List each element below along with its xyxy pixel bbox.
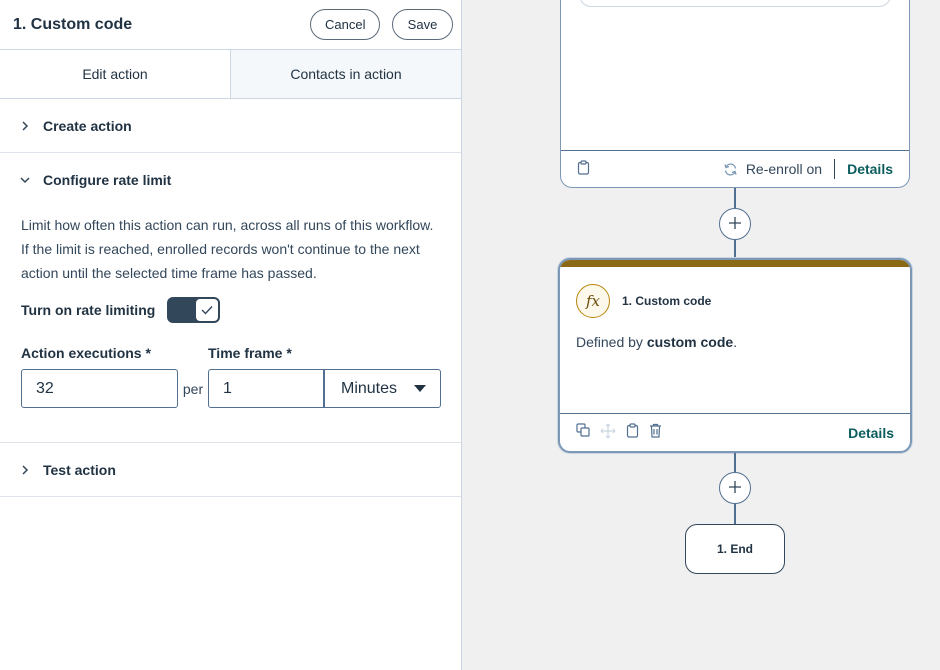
card-footer: Details bbox=[560, 413, 910, 451]
desc-bold: custom code bbox=[646, 334, 734, 350]
save-button[interactable]: Save bbox=[392, 9, 453, 40]
refresh-icon bbox=[723, 162, 738, 177]
section-configure-rate-limit[interactable]: Configure rate limit bbox=[0, 153, 461, 207]
card-accent-stripe bbox=[560, 260, 910, 267]
workflow-canvas: Re-enroll on Details fx 1. Custom code D… bbox=[462, 0, 940, 670]
section-label: Configure rate limit bbox=[43, 172, 172, 188]
check-icon bbox=[195, 298, 220, 322]
connector-line bbox=[734, 453, 736, 472]
section-label: Test action bbox=[43, 461, 116, 478]
function-icon: fx bbox=[576, 284, 610, 318]
divider bbox=[834, 159, 836, 179]
card-footer: Re-enroll on Details bbox=[561, 150, 909, 187]
per-label: per bbox=[182, 380, 204, 397]
details-link[interactable]: Details bbox=[847, 161, 893, 177]
end-node[interactable]: 1. End bbox=[685, 524, 785, 574]
rate-limit-description: Limit how often this action can run, acr… bbox=[21, 217, 434, 281]
panel-tabs: Edit action Contacts in action bbox=[0, 50, 461, 99]
plus-icon bbox=[728, 213, 742, 236]
time-unit-select[interactable]: Minutes bbox=[324, 369, 441, 408]
add-step-button[interactable] bbox=[719, 208, 751, 240]
time-frame-input[interactable]: 1 bbox=[208, 369, 324, 408]
action-executions-input[interactable]: 32 bbox=[21, 369, 178, 408]
panel-header: 1. Custom code Cancel Save bbox=[0, 0, 461, 50]
clipboard-icon[interactable] bbox=[626, 423, 639, 442]
add-step-button[interactable] bbox=[719, 472, 751, 504]
card-title: 1. Custom code bbox=[622, 294, 712, 308]
copy-icon[interactable] bbox=[576, 423, 590, 442]
panel-title: 1. Custom code bbox=[13, 15, 133, 33]
section-label: Create action bbox=[43, 117, 132, 134]
connector-line bbox=[734, 504, 736, 524]
time-frame-label: Time frame * bbox=[208, 345, 292, 361]
reenroll-label: Re-enroll on bbox=[745, 161, 823, 177]
section-create-action[interactable]: Create action bbox=[0, 99, 461, 153]
action-executions-label: Action executions * bbox=[21, 345, 151, 361]
card-tools bbox=[576, 423, 662, 442]
inner-pill bbox=[579, 0, 891, 7]
plus-icon bbox=[728, 477, 742, 500]
desc-prefix: Defined by bbox=[576, 334, 647, 350]
rate-limit-toggle[interactable] bbox=[167, 297, 221, 323]
chevron-right-icon bbox=[18, 120, 32, 131]
card-description: Defined by custom code. bbox=[576, 334, 737, 350]
rate-limit-toggle-label: Turn on rate limiting bbox=[21, 302, 156, 318]
clipboard-icon[interactable] bbox=[577, 160, 590, 178]
field-labels: Action executions * Time frame * bbox=[21, 345, 441, 361]
section-test-action[interactable]: Test action bbox=[0, 443, 461, 497]
action-panel: 1. Custom code Cancel Save Edit action C… bbox=[0, 0, 462, 670]
caret-down-icon bbox=[414, 385, 426, 392]
chevron-right-icon bbox=[18, 464, 32, 475]
details-link[interactable]: Details bbox=[848, 425, 894, 441]
custom-code-card[interactable]: fx 1. Custom code Defined by custom code… bbox=[558, 258, 912, 453]
trash-icon[interactable] bbox=[649, 423, 662, 442]
connector-line bbox=[734, 188, 736, 208]
connector-line bbox=[734, 240, 736, 260]
reenroll-status[interactable]: Re-enroll on bbox=[723, 161, 822, 177]
desc-suffix: . bbox=[733, 334, 738, 350]
rate-fields: 32 per 1 Minutes bbox=[21, 369, 441, 408]
rate-limit-toggle-row: Turn on rate limiting bbox=[21, 297, 441, 323]
end-label: 1. End bbox=[716, 542, 753, 556]
chevron-down-icon bbox=[18, 175, 32, 185]
rate-limit-body: Limit how often this action can run, acr… bbox=[0, 213, 461, 443]
cancel-button[interactable]: Cancel bbox=[310, 9, 380, 40]
move-icon[interactable] bbox=[600, 423, 616, 442]
tab-contacts-in-action[interactable]: Contacts in action bbox=[230, 50, 461, 98]
previous-action-card[interactable]: Re-enroll on Details bbox=[560, 0, 910, 188]
time-unit-value: Minutes bbox=[341, 379, 398, 397]
tab-edit-action[interactable]: Edit action bbox=[0, 50, 230, 98]
